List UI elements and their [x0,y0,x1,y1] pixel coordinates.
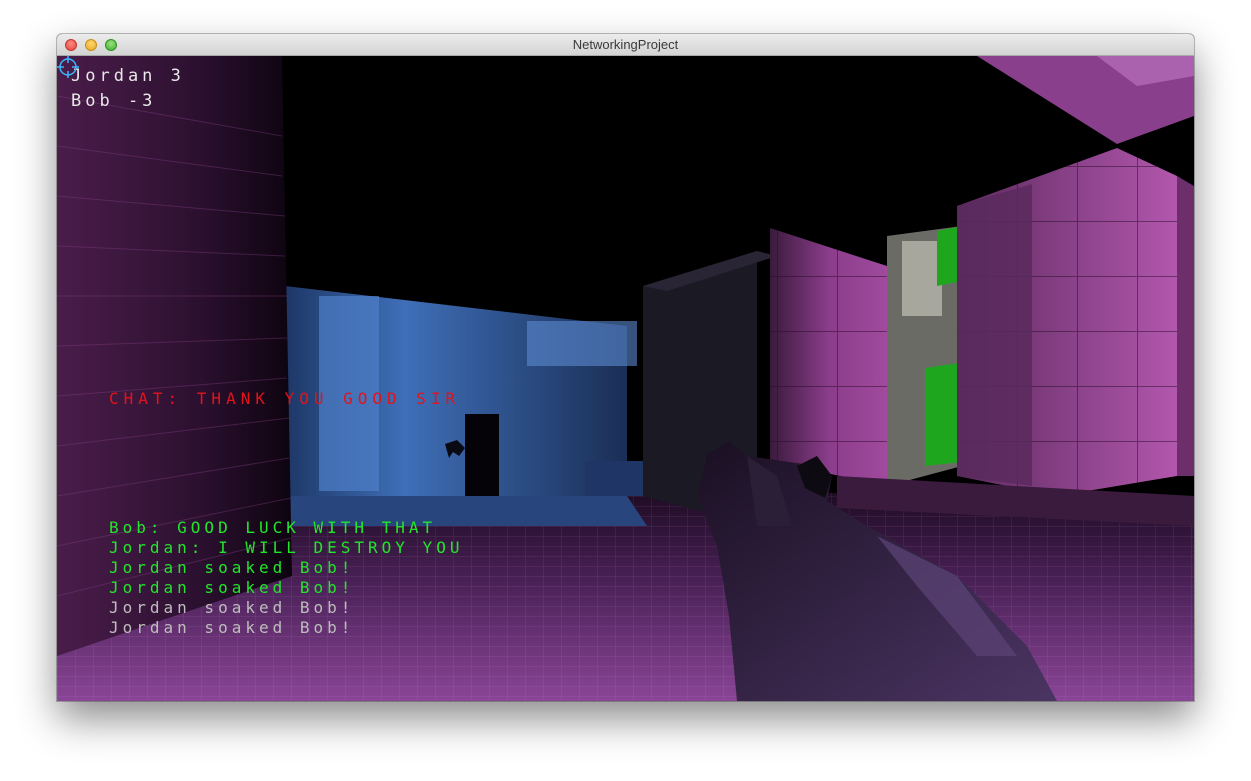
game-window: NetworkingProject Jordan 3 Bob -3 CHAT: … [57,34,1194,701]
log-line: Jordan soaked Bob! [109,558,355,577]
chat-input-line[interactable]: CHAT: THANK YOU GOOD SIR [109,389,460,409]
title-bar[interactable]: NetworkingProject [57,34,1194,56]
log-line: Jordan soaked Bob! [109,618,355,637]
log-line: Jordan soaked Bob! [109,598,355,617]
window-title: NetworkingProject [572,37,679,52]
message-log: Bob: GOOD LUCK WITH THAT Jordan: I WILL … [109,518,463,638]
log-line: Bob: GOOD LUCK WITH THAT [109,518,437,537]
crosshair-icon [57,56,79,78]
log-line: Jordan: I WILL DESTROY YOU [109,538,464,557]
game-viewport[interactable]: Jordan 3 Bob -3 CHAT: THANK YOU GOOD SIR… [57,56,1194,701]
log-line: Jordan soaked Bob! [109,578,355,597]
scoreboard-row-jordan: Jordan 3 [71,66,185,86]
scoreboard-row-bob: Bob -3 [71,91,157,111]
